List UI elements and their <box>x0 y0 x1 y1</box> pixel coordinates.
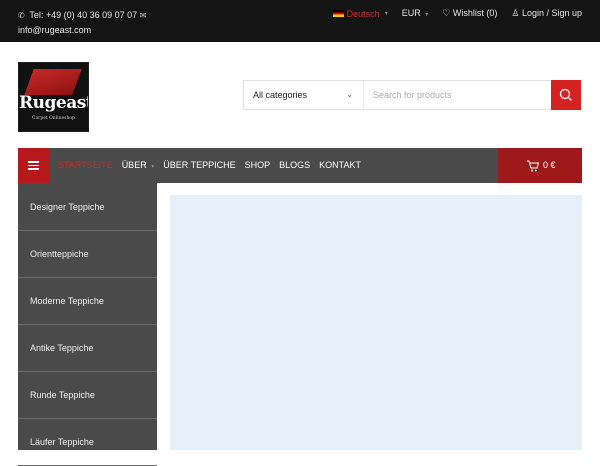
nav-item-ueber[interactable]: ÜBER ▾ <box>122 148 155 185</box>
chevron-down-icon: ▾ <box>151 164 155 170</box>
chevron-down-icon: ▾ <box>384 11 388 17</box>
chevron-down-icon: ⌄ <box>346 90 353 99</box>
category-menu-toggle[interactable] <box>18 148 49 183</box>
search-button[interactable] <box>551 80 581 110</box>
cart-button[interactable]: 0 € <box>498 148 582 183</box>
logo-tagline: Carpet Onlineshop <box>32 116 75 121</box>
nav-item-startseite[interactable]: STARTSEITE <box>58 148 113 185</box>
email-address[interactable]: info@rugeast.com <box>18 23 149 37</box>
currency-label: EUR <box>401 8 421 18</box>
wishlist-link[interactable]: ♡ Wishlist (0) <box>442 8 497 19</box>
mail-icon: ✉ <box>139 11 147 20</box>
sidebar-item-designer-teppiche[interactable]: Designer Teppiche <box>18 183 157 231</box>
category-select[interactable]: All categories ⌄ <box>244 81 364 109</box>
phone-icon: ✆ <box>18 11 25 20</box>
category-select-value: All categories <box>253 90 308 100</box>
nav-menu: STARTSEITE ÜBER ▾ ÜBER TEPPICHE SHOP BLO… <box>58 148 370 185</box>
nav-item-kontakt[interactable]: KONTAKT <box>319 148 361 185</box>
contact-info: ✆ Tel: +49 (0) 40 36 09 07 07 ✉ info@rug… <box>18 8 149 37</box>
logo-wordmark: Rugeast <box>19 93 89 113</box>
nav-item-ueber-teppiche[interactable]: ÜBER TEPPICHE <box>163 148 235 185</box>
nav-item-shop[interactable]: SHOP <box>245 148 271 185</box>
hero-banner[interactable] <box>170 195 582 450</box>
sidebar-item-laeufer-teppiche[interactable]: Läufer Teppiche <box>18 419 157 466</box>
sidebar-item-orientteppiche[interactable]: Orientteppiche <box>18 231 157 278</box>
phone-number[interactable]: Tel: +49 (0) 40 36 09 07 07 <box>29 10 137 20</box>
nav-item-blogs[interactable]: BLOGS <box>279 148 310 185</box>
account-link[interactable]: ♙ Login / Sign up <box>511 8 582 19</box>
heart-icon: ♡ <box>442 8 451 18</box>
search-bar: All categories ⌄ Search for products <box>243 80 581 110</box>
language-selector[interactable]: Deutsch ▾ <box>332 8 388 19</box>
sidebar-item-antike-teppiche[interactable]: Antike Teppiche <box>18 325 157 372</box>
site-logo[interactable]: Rugeast Carpet Onlineshop <box>18 62 89 132</box>
cart-icon <box>527 160 540 172</box>
currency-selector[interactable]: EUR ▾ <box>402 8 429 19</box>
account-label: Login / Sign up <box>521 8 582 18</box>
user-icon: ♙ <box>511 8 520 18</box>
search-icon <box>559 88 572 101</box>
logo-roof-graphic <box>24 69 82 95</box>
cart-total: 0 € <box>543 160 556 170</box>
search-input[interactable]: Search for products <box>365 81 551 109</box>
top-bar: ✆ Tel: +49 (0) 40 36 09 07 07 ✉ info@rug… <box>0 0 600 42</box>
nav-item-ueber-label: ÜBER <box>121 160 147 170</box>
category-sidebar: Designer Teppiche Orientteppiche Moderne… <box>18 183 157 466</box>
flag-de-icon <box>332 10 344 17</box>
main-navigation: STARTSEITE ÜBER ▾ ÜBER TEPPICHE SHOP BLO… <box>18 148 582 183</box>
sidebar-item-runde-teppiche[interactable]: Runde Teppiche <box>18 372 157 419</box>
wishlist-label: Wishlist (0) <box>452 8 498 18</box>
sidebar-item-moderne-teppiche[interactable]: Moderne Teppiche <box>18 278 157 325</box>
menu-icon <box>28 161 39 170</box>
language-label: Deutsch <box>346 8 380 19</box>
chevron-down-icon: ▾ <box>425 12 429 18</box>
top-bar-actions: Deutsch ▾ EUR ▾ ♡ Wishlist (0) ♙ Login /… <box>332 8 582 19</box>
